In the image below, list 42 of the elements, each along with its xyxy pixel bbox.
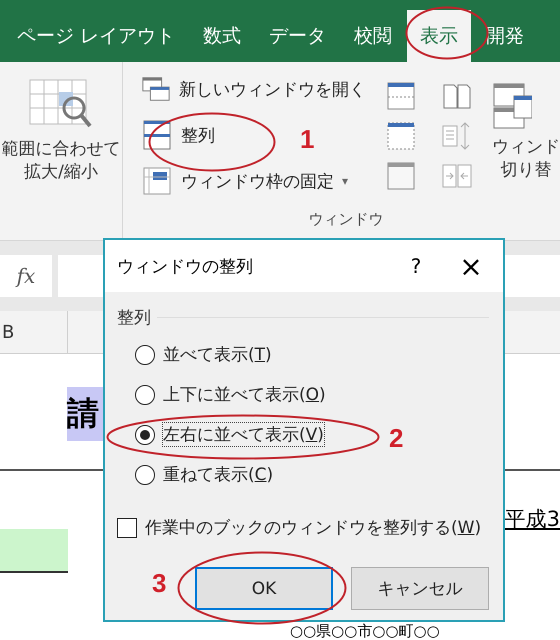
split-icon — [385, 80, 417, 112]
dialog-title: ウィンドウの整列 — [117, 256, 254, 278]
help-button[interactable]: ? — [393, 253, 439, 279]
ribbon-tab[interactable]: 表示 — [407, 10, 472, 62]
zoom-to-selection-icon — [28, 78, 94, 130]
radio-button[interactable] — [135, 384, 155, 404]
checkbox[interactable] — [117, 518, 137, 538]
ok-button[interactable]: OK — [195, 567, 333, 610]
checkbox-label[interactable]: 作業中のブックのウィンドウを整列する(W) — [145, 516, 482, 539]
input-cell — [0, 529, 68, 573]
option-label[interactable]: 並べて表示(T) — [163, 343, 272, 366]
radio-button[interactable] — [135, 464, 155, 484]
close-button[interactable]: × — [439, 248, 503, 284]
insert-function-button[interactable]: fx — [0, 255, 52, 297]
group-label: ウィンドウ — [308, 210, 384, 229]
zoom-to-selection-button[interactable]: 範囲に合わせて 拡大/縮小 — [2, 138, 120, 184]
switch-windows-button[interactable]: ウィンド 切り替 — [492, 136, 560, 182]
date-text: 平成3 — [504, 506, 560, 533]
unhide-window-icon — [385, 160, 417, 192]
ribbon-command[interactable]: ウィンドウ枠の固定 — [181, 170, 334, 192]
ribbon-tab[interactable]: 校閲 — [341, 10, 406, 62]
ribbon-tab[interactable]: 数式 — [190, 10, 254, 62]
address-text: ○○県○○市○○町○○ — [290, 623, 441, 640]
radio-button[interactable] — [135, 344, 155, 364]
dropdown-caret[interactable]: ▾ — [342, 174, 348, 188]
ribbon-command[interactable]: 整列 — [181, 124, 215, 146]
hide-window-icon — [385, 120, 417, 152]
ribbon-command[interactable]: 新しいウィンドウを開く — [179, 78, 366, 100]
step-number: 2 — [389, 423, 404, 454]
arrange-windows-icon — [141, 119, 173, 151]
radio-button[interactable] — [135, 424, 155, 444]
option-label[interactable]: 重ねて表示(C) — [163, 463, 274, 486]
ribbon-tab[interactable]: データ — [256, 10, 340, 62]
option-label[interactable]: 上下に並べて表示(O) — [163, 383, 326, 406]
option-label[interactable]: 左右に並べて表示(V) — [163, 423, 324, 446]
freeze-panes-icon — [141, 165, 173, 197]
column-header[interactable]: B — [0, 311, 68, 353]
cancel-button[interactable]: キャンセル — [351, 567, 489, 610]
group-label: 整列 — [117, 307, 151, 329]
step-number: 3 — [152, 568, 166, 599]
ribbon-tab[interactable]: ページ レイアウト — [4, 10, 188, 62]
step-number: 1 — [300, 124, 314, 155]
